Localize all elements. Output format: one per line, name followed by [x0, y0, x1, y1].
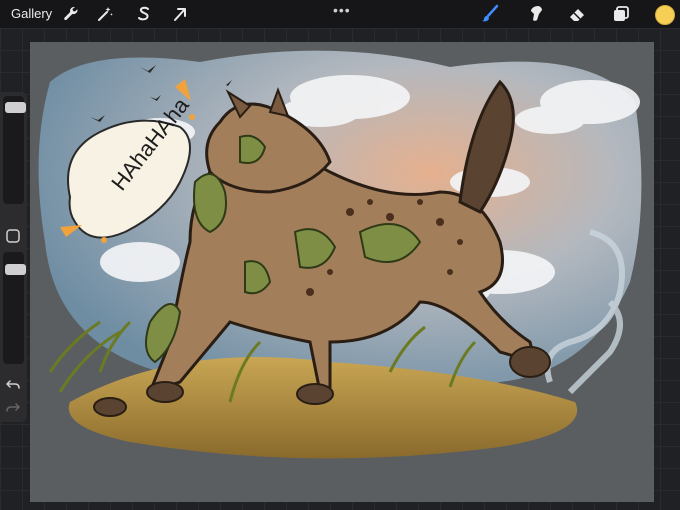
adjustments-magic-wand-icon[interactable]	[95, 4, 115, 24]
smudge-icon[interactable]	[526, 4, 546, 24]
opacity-slider[interactable]	[3, 252, 26, 364]
opacity-thumb[interactable]	[5, 264, 26, 275]
more-menu-button[interactable]: •••	[333, 2, 351, 18]
brush-size-thumb[interactable]	[5, 102, 26, 113]
top-toolbar: Gallery •••	[0, 0, 680, 28]
brush-size-slider[interactable]	[3, 96, 26, 204]
left-sidebar	[0, 92, 27, 422]
undo-icon[interactable]	[5, 377, 21, 393]
brush-icon[interactable]	[480, 4, 500, 24]
selection-s-icon[interactable]	[134, 4, 154, 24]
redo-icon[interactable]	[5, 400, 21, 416]
layers-icon[interactable]	[611, 4, 631, 24]
color-picker-swatch[interactable]	[655, 5, 675, 25]
modify-square-icon[interactable]	[5, 228, 21, 244]
eraser-icon[interactable]	[567, 4, 587, 24]
hyena-artwork: HAhaHAha	[30, 42, 654, 502]
gallery-button[interactable]: Gallery	[11, 6, 52, 21]
artwork-canvas[interactable]: HAhaHAha	[30, 42, 654, 502]
transform-arrow-icon[interactable]	[170, 4, 190, 24]
actions-wrench-icon[interactable]	[61, 4, 81, 24]
